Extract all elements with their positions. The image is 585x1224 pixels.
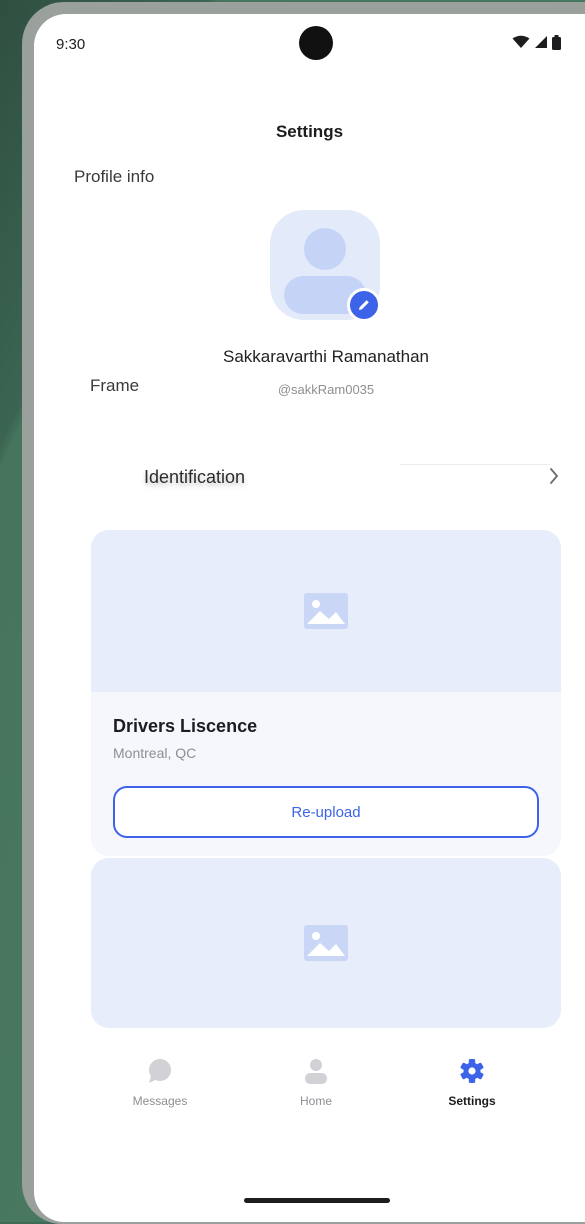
edit-avatar-button[interactable] [347, 288, 381, 322]
wifi-icon [512, 35, 530, 48]
frame-label: Frame [90, 376, 140, 395]
document-location: Montreal, QC [113, 745, 197, 761]
nav-label: Settings [448, 1094, 496, 1108]
bottom-nav: Messages Home Settings [34, 1032, 585, 1132]
document-title: Drivers Liscence [113, 716, 258, 736]
document-card: Drivers Liscence Montreal, QC Re-upload [91, 530, 561, 856]
document-image-placeholder [91, 858, 561, 1028]
identification-row[interactable]: Identification [90, 450, 570, 502]
home-indicator[interactable] [244, 1198, 390, 1203]
identification-label: Identification [144, 467, 246, 487]
image-icon [304, 925, 348, 961]
pencil-icon [359, 300, 369, 310]
app-screen: 9:30 Settings Profile info Sakkaravarthi… [34, 14, 585, 1222]
nav-item-home[interactable]: Home [246, 1058, 386, 1108]
page-title: Settings [275, 122, 344, 141]
document-card [91, 858, 561, 1028]
status-time: 9:30 [56, 36, 86, 53]
signal-icon [535, 36, 547, 48]
image-icon [304, 593, 348, 629]
document-image-placeholder [91, 530, 561, 692]
person-icon [305, 1059, 327, 1084]
status-icons [512, 34, 561, 50]
nav-label: Home [299, 1094, 332, 1108]
nav-item-settings[interactable]: Settings [402, 1058, 542, 1108]
camera-cutout [299, 26, 333, 60]
section-label-profile-info: Profile info [74, 167, 155, 186]
chevron-right-icon [550, 468, 559, 484]
gear-icon [460, 1059, 484, 1083]
battery-icon [552, 34, 561, 50]
user-name: Sakkaravarthi Ramanathan [222, 347, 429, 366]
chat-bubble-icon [149, 1059, 171, 1083]
status-bar: 9:30 [34, 14, 585, 74]
nav-label: Messages [132, 1094, 188, 1108]
nav-item-messages[interactable]: Messages [90, 1058, 230, 1108]
divider [400, 464, 550, 465]
reupload-button[interactable]: Re-upload [113, 786, 539, 838]
